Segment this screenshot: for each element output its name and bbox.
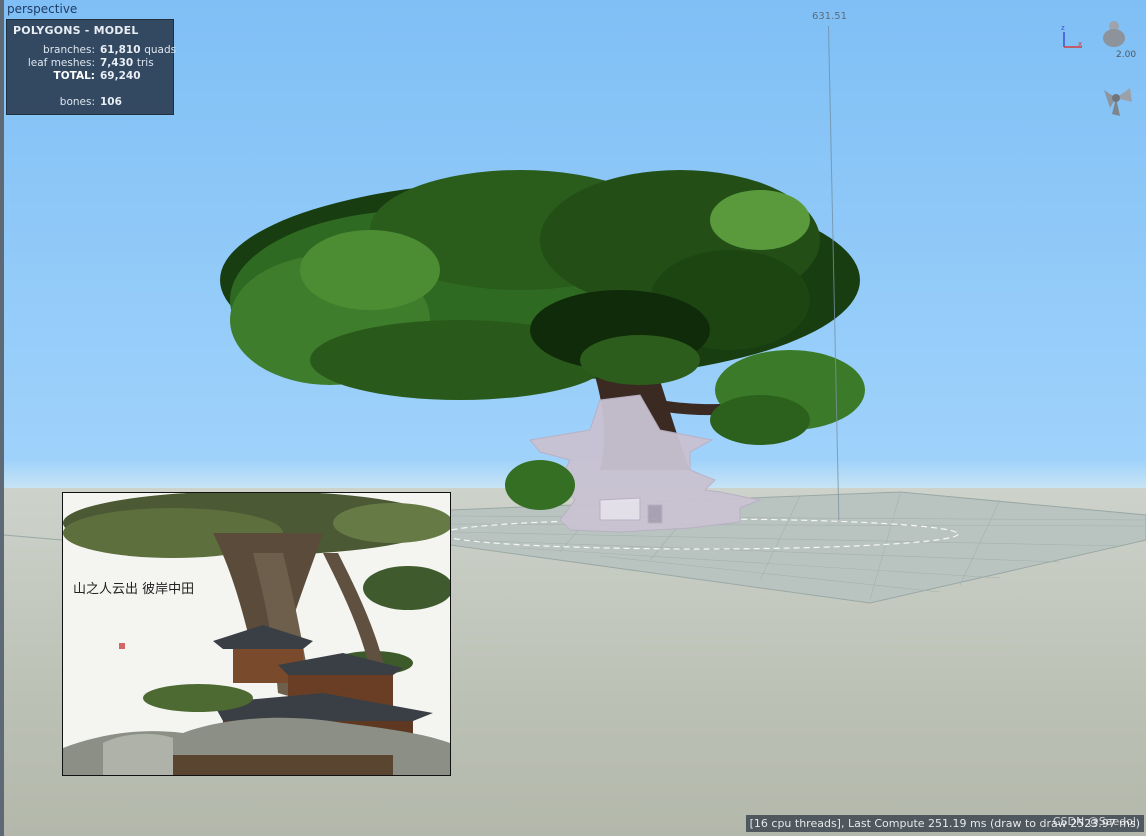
stats-label: bones: xyxy=(59,96,95,108)
orbit-icon[interactable] xyxy=(1096,80,1136,120)
camera-zoom-icon[interactable] xyxy=(1100,18,1128,50)
x-axis-label: x xyxy=(1078,40,1082,48)
axis-gizmo[interactable]: z x xyxy=(1058,22,1088,52)
stats-label: branches: xyxy=(43,44,95,56)
tree-canopy xyxy=(220,170,865,510)
z-axis-label: z xyxy=(1061,24,1065,32)
3d-viewport[interactable]: perspective POLYGONS - MODEL branches: 6… xyxy=(0,0,1146,836)
polygon-stats-panel: POLYGONS - MODEL branches: 61,810 quads … xyxy=(6,19,177,115)
stats-value: 69,240 xyxy=(100,70,141,82)
tree-model[interactable] xyxy=(220,170,865,533)
watermark: CSDN @Saedol xyxy=(1052,815,1136,828)
view-name-label[interactable]: perspective xyxy=(7,2,77,16)
calligraphy-text: 山之人云出 彼岸中田 xyxy=(73,582,194,597)
stats-value: 7,430 tris xyxy=(100,57,154,69)
stats-value: 61,810 quads xyxy=(100,44,177,56)
stats-title: POLYGONS - MODEL xyxy=(13,24,139,37)
zoom-level-label: 2.00 xyxy=(1116,50,1137,60)
height-measure-label: 631.51 xyxy=(812,11,847,22)
stats-label: leaf meshes: xyxy=(27,57,95,69)
stats-value: 106 xyxy=(100,96,122,108)
reference-artwork: 山之人云出 彼岸中田 xyxy=(63,493,450,775)
stats-label: TOTAL: xyxy=(53,70,95,82)
reference-image[interactable]: 山之人云出 彼岸中田 xyxy=(62,492,451,776)
